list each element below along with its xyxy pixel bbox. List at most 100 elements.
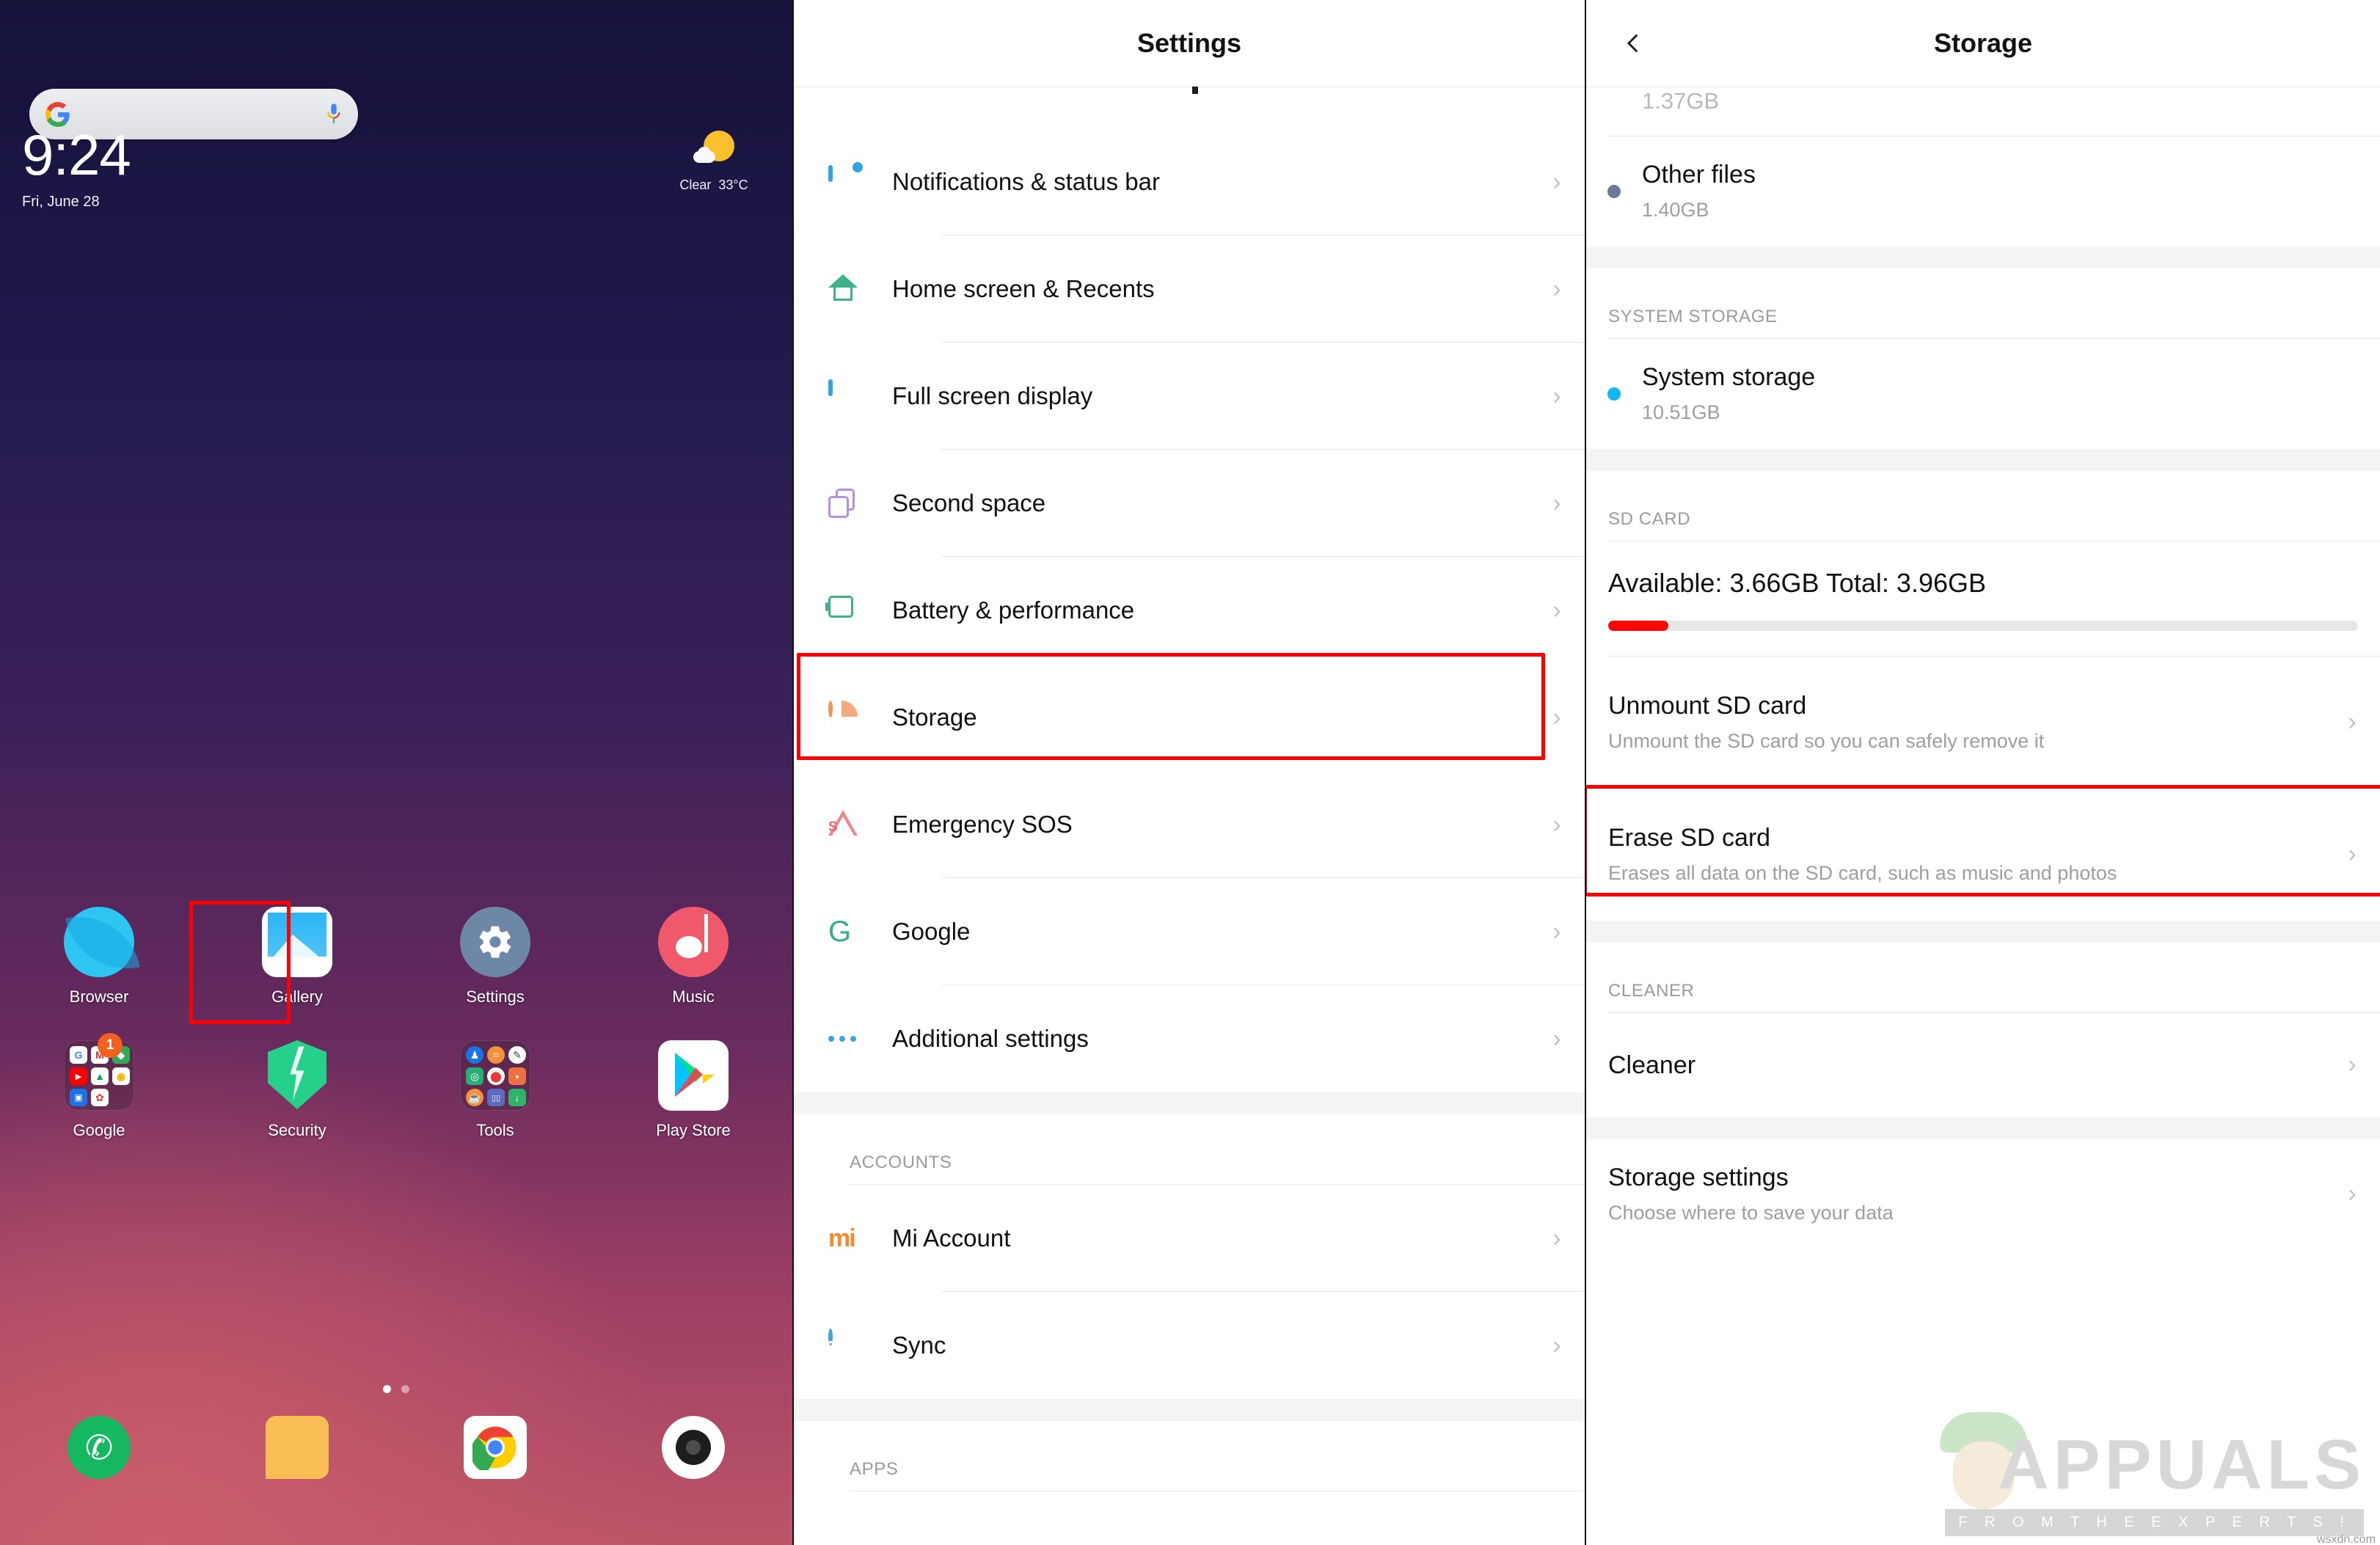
music-note-icon xyxy=(658,907,729,977)
settings-item-storage[interactable]: Storage › xyxy=(794,664,1585,771)
group-gap xyxy=(794,1399,1585,1421)
settings-gear-icon xyxy=(460,907,530,977)
chevron-right-icon: › xyxy=(1552,1024,1561,1053)
group-gap xyxy=(1586,448,2380,471)
gallery-icon xyxy=(262,907,332,977)
home-icon xyxy=(794,274,892,304)
settings-item-label: Sync xyxy=(892,1332,946,1359)
chevron-right-icon: › xyxy=(1552,1331,1561,1359)
settings-item-sync[interactable]: Sync › xyxy=(794,1292,1585,1399)
settings-item-label: Notifications & status bar xyxy=(892,168,1160,195)
weather-widget[interactable]: Clear 33°C xyxy=(666,131,762,193)
storage-item-cleaner[interactable]: Cleaner › xyxy=(1586,1013,2380,1117)
chevron-left-icon[interactable] xyxy=(1621,31,1646,56)
settings-item-label: Emergency SOS xyxy=(892,811,1073,838)
dock-phone[interactable]: ✆ xyxy=(0,1416,198,1479)
microphone-icon[interactable] xyxy=(326,102,342,127)
dock-camera[interactable] xyxy=(594,1416,792,1479)
dock-messaging[interactable] xyxy=(198,1416,396,1479)
group-gap xyxy=(1586,1117,2380,1139)
weather-temperature: 33°C xyxy=(718,178,748,192)
tools-folder-icon: ♟ = ✎ ◎ ⬤ ▪ ☕ ▯▯ ↓ xyxy=(460,1040,530,1111)
settings-item-label: Battery & performance xyxy=(892,596,1135,624)
app-grid: Browser Gallery Settings Music G M ◆ ▶ ▲… xyxy=(0,907,792,1140)
app-gallery[interactable]: Gallery xyxy=(198,907,396,1007)
watermark-tagline: F R O M T H E E X P E R T S ! xyxy=(1945,1509,2364,1536)
appuals-watermark: APPUALS F R O M T H E E X P E R T S ! xyxy=(1815,1409,2373,1541)
app-row-1: Browser Gallery Settings Music xyxy=(0,907,792,1007)
chevron-right-icon: › xyxy=(1552,596,1561,624)
more-dots-icon xyxy=(794,1024,892,1053)
settings-list: Notifications & status bar › Home screen… xyxy=(794,128,1585,1491)
chevron-right-icon: › xyxy=(2348,1180,2357,1208)
action-label: Unmount SD card xyxy=(1608,691,1807,720)
app-label: Gallery xyxy=(271,987,323,1006)
settings-item-home-screen[interactable]: Home screen & Recents › xyxy=(794,235,1585,343)
sd-card-summary: Available: 3.66GB Total: 3.96GB xyxy=(1586,541,2380,631)
storage-category-other-files[interactable]: Other files 1.40GB xyxy=(1586,136,2380,246)
battery-icon xyxy=(794,596,892,625)
weather-text: Clear 33°C xyxy=(666,178,762,193)
settings-item-mi-account[interactable]: mi Mi Account › xyxy=(794,1185,1585,1292)
app-label: Play Store xyxy=(656,1121,731,1139)
chevron-right-icon: › xyxy=(1552,167,1561,196)
weather-condition: Clear xyxy=(679,178,712,192)
sd-usage-text: Available: 3.66GB Total: 3.96GB xyxy=(1608,567,1987,598)
chevron-right-icon: › xyxy=(1552,1224,1561,1252)
settings-item-label: Full screen display xyxy=(892,382,1093,409)
storage-pie-icon xyxy=(794,701,892,732)
notification-badge: 1 xyxy=(98,1033,123,1058)
fullscreen-phone-icon xyxy=(794,379,892,411)
settings-item-second-space[interactable]: Second space › xyxy=(794,450,1585,557)
settings-item-battery[interactable]: Battery & performance › xyxy=(794,557,1585,664)
apps-section-header: APPS xyxy=(794,1421,1585,1491)
chevron-right-icon: › xyxy=(2348,1051,2357,1079)
cleaner-section-header: CLEANER xyxy=(1586,943,2380,1013)
page-indicator xyxy=(0,1385,792,1393)
sd-usage-bar xyxy=(1608,620,2358,631)
app-music[interactable]: Music xyxy=(594,907,792,1007)
settings-item-additional[interactable]: Additional settings › xyxy=(794,985,1585,1092)
message-bubble-icon xyxy=(266,1416,329,1479)
page-dot-1[interactable] xyxy=(383,1385,391,1393)
app-label: Security xyxy=(268,1121,326,1139)
app-tools-folder[interactable]: ♟ = ✎ ◎ ⬤ ▪ ☕ ▯▯ ↓ Tools xyxy=(396,1040,594,1140)
sun-behind-cloud-icon xyxy=(693,131,734,172)
storage-item-storage-settings[interactable]: Storage settings Choose where to save yo… xyxy=(1586,1139,2380,1249)
settings-item-notifications[interactable]: Notifications & status bar › xyxy=(794,128,1585,235)
app-label: Tools xyxy=(476,1121,514,1139)
play-store-icon xyxy=(658,1040,729,1111)
storage-action-unmount[interactable]: Unmount SD card Unmount the SD card so y… xyxy=(1586,657,2380,789)
section-label: ACCOUNTS xyxy=(850,1153,952,1172)
group-gap xyxy=(1586,920,2380,943)
clock-date: Fri, June 28 xyxy=(22,194,100,210)
section-label: APPS xyxy=(850,1459,899,1479)
app-label: Music xyxy=(672,987,715,1006)
dock: ✆ xyxy=(0,1416,792,1479)
chevron-right-icon: › xyxy=(1552,917,1561,946)
storage-settings-description: Choose where to save your data xyxy=(1608,1202,1894,1224)
app-play-store[interactable]: Play Store xyxy=(594,1040,792,1140)
app-google-folder[interactable]: G M ◆ ▶ ▲ ◉ ▣ ✿ 1 Google xyxy=(0,1033,198,1140)
chevron-right-icon: › xyxy=(2348,708,2357,737)
google-g-icon: G xyxy=(828,916,852,948)
category-color-dot xyxy=(1586,387,1642,401)
storage-action-erase[interactable]: Erase SD card Erases all data on the SD … xyxy=(1586,789,2380,921)
storage-system-row[interactable]: System storage 10.51GB xyxy=(1586,339,2380,449)
storage-header: Storage xyxy=(1586,0,2380,87)
clock-widget[interactable]: 9:24 Fri, June 28 xyxy=(22,126,131,211)
settings-item-full-screen[interactable]: Full screen display › xyxy=(794,343,1585,450)
app-security[interactable]: Security xyxy=(198,1040,396,1140)
system-label: System storage xyxy=(1642,362,1816,391)
section-label: CLEANER xyxy=(1608,980,1695,1001)
chevron-right-icon: › xyxy=(1552,703,1561,731)
settings-item-google[interactable]: G Google › xyxy=(794,878,1585,985)
system-value: 10.51GB xyxy=(1642,401,1720,424)
app-settings[interactable]: Settings xyxy=(396,907,594,1007)
settings-item-emergency-sos[interactable]: S Emergency SOS › xyxy=(794,771,1585,878)
accounts-section-header: ACCOUNTS xyxy=(794,1114,1585,1185)
dock-chrome[interactable] xyxy=(396,1416,594,1479)
page-dot-2[interactable] xyxy=(401,1385,409,1393)
chevron-right-icon: › xyxy=(2348,840,2357,869)
app-browser[interactable]: Browser xyxy=(0,907,198,1007)
